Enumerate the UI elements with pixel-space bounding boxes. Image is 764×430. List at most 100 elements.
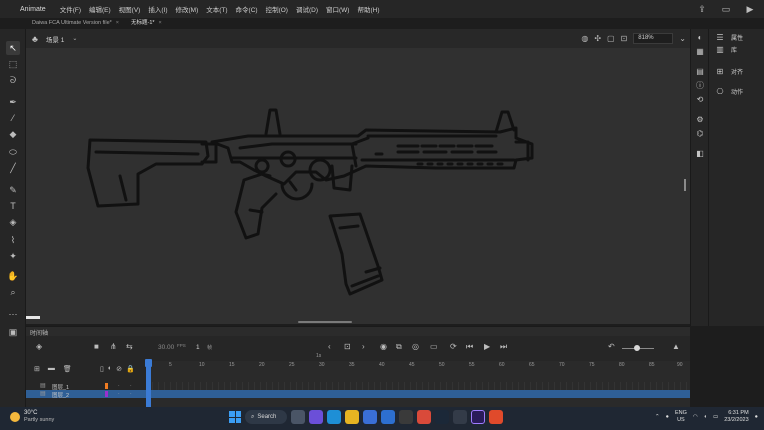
menu-help[interactable]: 帮助(H)	[353, 4, 383, 14]
rifle-drawing[interactable]	[26, 48, 690, 324]
bone-tool-icon[interactable]: ✦	[6, 249, 20, 263]
show-hide-icon[interactable]: ⇆	[126, 342, 133, 351]
delete-layer-icon[interactable]: 🗑	[63, 365, 72, 373]
snap-icon[interactable]: ◍	[581, 34, 588, 43]
layer-name[interactable]: 图层_2	[52, 391, 69, 399]
tab-daiwa[interactable]: Daiwa FCA Ultimate Version file* ×	[26, 18, 125, 29]
new-folder-icon[interactable]: ▬	[48, 365, 55, 373]
menu-commands[interactable]: 命令(C)	[232, 4, 262, 14]
frame-grid[interactable]: 5 10 15 20 25 30 35 40 45 50 55 60 65 70…	[145, 353, 690, 408]
properties-tab[interactable]: ☰ 属性	[715, 33, 743, 42]
center-stage-icon[interactable]: ✣	[594, 34, 601, 43]
undo-icon[interactable]: ↶	[608, 342, 615, 351]
stroke-color-icon[interactable]: ▣	[6, 325, 20, 339]
notification-icon[interactable]: ●	[755, 414, 758, 420]
tray-app-icon[interactable]: ●	[666, 414, 669, 420]
line-tool-icon[interactable]: ╱	[6, 161, 20, 175]
swatches-icon[interactable]: ▦	[695, 47, 705, 57]
library-tab[interactable]: ▥ 库	[715, 45, 737, 54]
paint-bucket-tool-icon[interactable]: ◈	[6, 215, 20, 229]
fit-icon[interactable]: ⊡	[621, 34, 628, 43]
layer-color-swatch[interactable]	[105, 391, 108, 397]
visibility-dot[interactable]: ·	[118, 383, 120, 389]
selection-tool-icon[interactable]: ↖	[6, 41, 20, 55]
windows-start-icon[interactable]	[229, 411, 241, 423]
code-icon[interactable]: ⌬	[695, 129, 705, 139]
loop-icon[interactable]: ⟳	[450, 342, 457, 351]
edit-multiple-icon[interactable]: ⧉	[396, 342, 402, 352]
eraser-tool-icon[interactable]: ◆	[6, 127, 20, 141]
weather-widget[interactable]: 30°C Partly sunny	[10, 410, 54, 424]
volume-icon[interactable]: ◖	[704, 414, 707, 420]
onion-skin-icon[interactable]: ◉	[380, 342, 387, 351]
highlight-icon[interactable]: ◐	[108, 365, 112, 373]
steam-icon[interactable]	[435, 410, 449, 424]
horizontal-scrollbar[interactable]	[298, 321, 352, 323]
language-indicator[interactable]: ENG US	[675, 410, 687, 424]
wifi-icon[interactable]: ◠	[693, 414, 698, 420]
text-tool-icon[interactable]: T	[6, 199, 20, 213]
tab-untitled[interactable]: 无标题-1* ×	[125, 18, 168, 29]
zoom-field[interactable]: 818%	[633, 33, 674, 44]
chevron-right-icon[interactable]: ›	[362, 342, 365, 351]
frame-ruler[interactable]: 5 10 15 20 25 30 35 40 45 50 55 60 65 70…	[146, 353, 690, 371]
share-icon[interactable]: ⇪	[696, 3, 708, 15]
info-icon[interactable]: ⓘ	[695, 81, 705, 91]
menu-modify[interactable]: 修改(M)	[171, 4, 202, 14]
layer-row[interactable]: ▤ 图层_1 · ·	[26, 382, 146, 391]
edge-icon[interactable]	[327, 410, 341, 424]
new-layer-icon[interactable]: ⊞	[34, 365, 40, 373]
workspace-icon[interactable]: ▭	[720, 3, 732, 15]
stage[interactable]	[26, 48, 690, 324]
assets-icon[interactable]: ◧	[695, 149, 705, 159]
lasso-tool-icon[interactable]: ᘐ	[6, 73, 20, 87]
menu-debug[interactable]: 调试(D)	[292, 4, 322, 14]
chevron-down-icon[interactable]: ⌄	[72, 35, 77, 42]
camera-app-icon[interactable]	[453, 410, 467, 424]
pen-tool-icon[interactable]: ✒	[6, 95, 20, 109]
mail-icon[interactable]	[381, 410, 395, 424]
color-icon[interactable]: ◐	[695, 33, 705, 43]
menu-window[interactable]: 窗口(W)	[322, 4, 353, 14]
insert-frame-icon[interactable]: ▭	[430, 342, 438, 351]
outline-icon[interactable]: ▯	[100, 365, 104, 373]
lock-icon[interactable]: 🔒	[126, 365, 135, 373]
file-explorer-icon[interactable]	[345, 410, 359, 424]
mountain-icon[interactable]: ▲	[672, 342, 680, 351]
frame-row[interactable]	[146, 382, 690, 390]
frame-row-selected[interactable]	[146, 390, 690, 398]
pen-anchor-tool-icon[interactable]: ✎	[6, 183, 20, 197]
task-view-icon[interactable]	[291, 410, 305, 424]
chrome-icon[interactable]	[489, 410, 503, 424]
layer-color-swatch[interactable]	[105, 383, 108, 389]
antivirus-icon[interactable]	[417, 410, 431, 424]
chevron-left-icon[interactable]: ‹	[328, 342, 331, 351]
close-icon[interactable]: ×	[159, 20, 162, 26]
menu-insert[interactable]: 插入(I)	[144, 4, 171, 14]
brush-tool-icon[interactable]: ⁄	[6, 111, 20, 125]
vertical-scrollbar[interactable]	[684, 179, 686, 191]
taskbar-search[interactable]: ⌕ Search	[245, 410, 287, 424]
current-frame[interactable]: 1	[196, 344, 200, 351]
menu-file[interactable]: 文件(F)	[56, 4, 85, 14]
lock-dot[interactable]: ·	[130, 391, 132, 397]
layers-panel-icon[interactable]: ▤	[695, 67, 705, 77]
oval-tool-icon[interactable]: ⬭	[6, 145, 20, 159]
camera-icon[interactable]: ■	[94, 342, 99, 351]
layers-stack-icon[interactable]: ◈	[36, 342, 42, 351]
zoom-tool-icon[interactable]: ⌕	[6, 285, 20, 299]
play-button-icon[interactable]: ▶	[484, 342, 490, 351]
scene-icon[interactable]: ♣	[32, 34, 38, 44]
step-forward-icon[interactable]: ⏭	[500, 342, 507, 352]
visibility-icon[interactable]: ⊘	[116, 365, 122, 373]
clip-icon[interactable]: ▢	[607, 34, 615, 43]
slider-handle[interactable]	[634, 345, 640, 351]
center-frame-icon[interactable]: ⊡	[344, 342, 351, 351]
onion-outline-icon[interactable]: ◎	[412, 342, 419, 351]
animate-app-icon[interactable]	[471, 410, 485, 424]
hand-tool-icon[interactable]: ✋	[6, 269, 20, 283]
eyedropper-tool-icon[interactable]: ⌇	[6, 233, 20, 247]
clock[interactable]: 6:31 PM 23/2/2023	[724, 410, 748, 424]
menu-edit[interactable]: 编辑(E)	[85, 4, 115, 14]
fps-value[interactable]: 30.00	[158, 344, 174, 351]
